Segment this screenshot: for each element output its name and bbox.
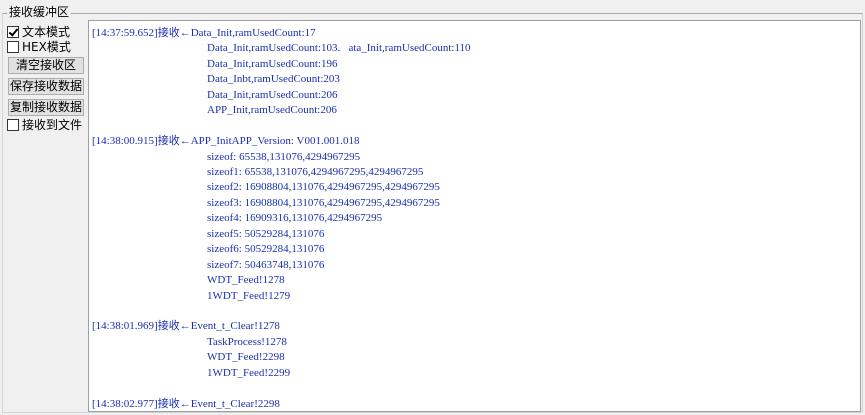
log-line: sizeof2: 16908804,131076,4294967295,4294…	[207, 181, 440, 193]
log-line: sizeof7: 50463748,131076	[207, 259, 325, 271]
log-line: [14:38:01.969]接收←Event_t_Clear!1278	[92, 320, 280, 332]
checkbox-unchecked-icon[interactable]	[7, 118, 19, 131]
log-line: WDT_Feed!1278	[207, 274, 285, 286]
log-line: APP_Init,ramUsedCount:206	[207, 104, 337, 116]
hex-mode-label: HEX模式	[22, 39, 71, 54]
log-line: sizeof5: 50529284,131076	[207, 228, 325, 240]
group-title: 接收缓冲区	[7, 5, 72, 19]
save-receive-button[interactable]: 保存接收数据	[8, 78, 84, 95]
log-line: [14:38:02.977]接收←Event_t_Clear!2298	[92, 398, 280, 410]
log-line: 1WDT_Feed!2299	[207, 367, 291, 379]
hex-mode-checkbox[interactable]: HEX模式	[7, 39, 71, 54]
receive-log-textarea[interactable]: [14:37:59.652]接收←Data_Init,ramUsedCount:…	[88, 20, 861, 412]
receive-to-file-label: 接收到文件	[22, 117, 83, 132]
text-mode-label: 文本模式	[22, 24, 71, 39]
log-line: [14:38:00.915]接收←APP_InitAPP_Version: V0…	[92, 135, 360, 147]
log-line: Data_Init,ramUsedCount:196	[207, 58, 338, 70]
log-line: 1WDT_Feed!1279	[207, 290, 291, 302]
log-line: TaskProcess!1278	[207, 336, 287, 348]
receive-to-file-checkbox[interactable]: 接收到文件	[7, 117, 82, 132]
checkbox-checked-icon[interactable]	[7, 25, 19, 38]
log-line: sizeof: 65538,131076,4294967295	[207, 151, 361, 163]
log-line: sizeof6: 50529284,131076	[207, 243, 325, 255]
text-mode-checkbox[interactable]: 文本模式	[7, 24, 70, 39]
log-line: sizeof4: 16909316,131076,4294967295	[207, 212, 383, 224]
copy-receive-button[interactable]: 复制接收数据	[8, 99, 84, 116]
checkbox-unchecked-icon[interactable]	[7, 40, 19, 53]
clear-receive-button[interactable]: 清空接收区	[8, 57, 84, 74]
log-line: sizeof1: 65538,131076,4294967295,4294967…	[207, 166, 424, 178]
log-line: Data_Init,ramUsedCount:103. ata_Init,ram…	[207, 42, 471, 54]
log-line: WDT_Feed!2298	[207, 351, 285, 363]
log-line: sizeof3: 16908804,131076,4294967295,4294…	[207, 197, 440, 209]
log-line: [14:37:59.652]接收←Data_Init,ramUsedCount:…	[92, 27, 316, 39]
log-line: Data_Inbt,ramUsedCount:203	[207, 73, 340, 85]
log-line: Data_Init,ramUsedCount:206	[207, 89, 338, 101]
